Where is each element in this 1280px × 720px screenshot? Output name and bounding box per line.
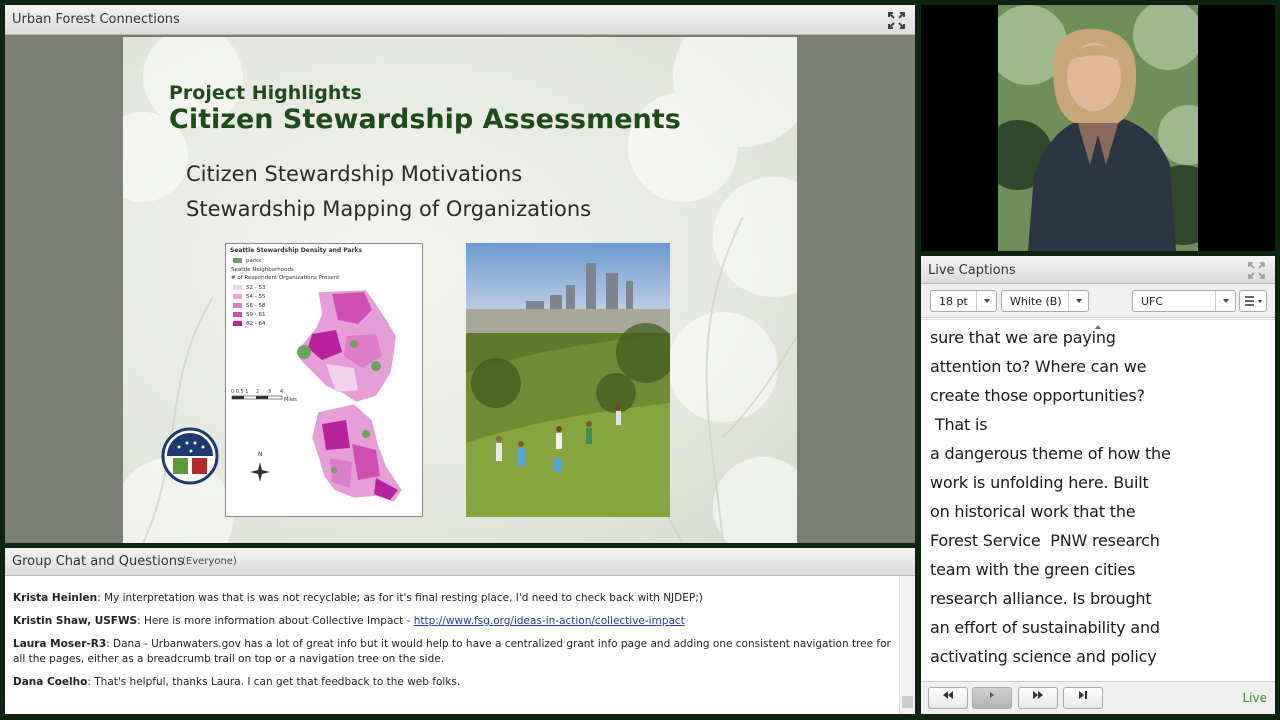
fullscreen-icon[interactable] <box>888 12 905 29</box>
scale-label: 0 0.5 1 <box>231 389 249 395</box>
caption-line: sure that we are paying <box>930 328 1116 347</box>
chat-scroll-thumb[interactable] <box>902 696 913 708</box>
slide-bullet: Stewardship Mapping of Organizations <box>186 197 592 221</box>
chat-scope: (Everyone) <box>182 556 237 567</box>
scale-unit: Miles <box>284 397 297 403</box>
captions-pod: Live Captions 18 pt White (B) UFC sure t… <box>921 256 1275 714</box>
presenter-video <box>998 5 1198 251</box>
chevron-down-icon <box>1068 291 1088 311</box>
slide-bullet: Citizen Stewardship Motivations <box>186 162 523 186</box>
caption-line: attention to? Where can we <box>930 357 1147 376</box>
captions-text-area[interactable]: sure that we are paying attention to? Wh… <box>921 319 1275 681</box>
caption-line: research alliance. Is brought <box>930 589 1152 608</box>
map-legend-range: 54 - 55 <box>233 294 265 300</box>
stewardship-density-map: Seattle Stewardship Density and Parks pa… <box>225 243 423 517</box>
caption-line: work is unfolding here. Built <box>930 473 1149 492</box>
presentation-slide: Project Highlights Citizen Stewardship A… <box>123 37 797 543</box>
map-legend-range: 56 - 58 <box>233 303 265 309</box>
caption-channel-value: UFC <box>1141 295 1164 308</box>
text-color-value: White (B) <box>1010 295 1062 308</box>
captions-title: Live Captions <box>928 263 1016 278</box>
skip-to-end-button[interactable] <box>1063 687 1103 709</box>
map-title: Seattle Stewardship Density and Parks <box>230 247 363 254</box>
text-color-select[interactable]: White (B) <box>1001 290 1089 312</box>
chevron-down-icon <box>1215 291 1235 311</box>
chat-message: Kristin Shaw, USFWS: Here is more inform… <box>13 615 685 627</box>
chat-text: Here is more information about Collectiv… <box>140 615 414 627</box>
share-pod-title-bar: Urban Forest Connections <box>5 5 915 35</box>
north-label: N <box>258 451 263 458</box>
chat-scrollbar[interactable] <box>900 576 915 714</box>
map-legend-range: 62 - 64 <box>233 321 265 327</box>
chevron-down-icon <box>976 291 996 311</box>
slide-title: Citizen Stewardship Assessments <box>169 104 681 135</box>
chat-message: Laura Moser-R3: Dana - Urbanwaters.gov h… <box>13 638 891 665</box>
chat-pod: Group Chat and Questions (Everyone) Kris… <box>5 548 915 714</box>
chat-text: Dana - Urbanwaters.gov has a lot of grea… <box>13 638 891 665</box>
chat-message: Krista Heinlen: My interpretation was th… <box>13 592 703 604</box>
chat-author: Kristin Shaw, USFWS <box>13 615 138 627</box>
caption-line: Forest Service PNW research <box>930 531 1160 550</box>
chat-title: Group Chat and Questions <box>12 554 184 569</box>
chat-author: Laura Moser-R3 <box>13 638 107 650</box>
font-size-value: 18 pt <box>939 295 968 308</box>
rewind-icon <box>943 691 953 699</box>
map-legend-parks: parks <box>233 258 261 264</box>
caption-line: team with the green cities <box>930 560 1136 579</box>
captions-footer: Live <box>921 681 1275 714</box>
volunteers-photo <box>466 243 670 517</box>
menu-icon <box>1245 296 1262 306</box>
caption-line: That is <box>930 415 988 434</box>
captions-menu-button[interactable] <box>1239 290 1267 312</box>
caption-line: an effort of sustainability and <box>930 618 1160 637</box>
map-legend-range: 59 - 61 <box>233 312 265 318</box>
scale-label: 2 <box>256 389 260 395</box>
chat-title-bar: Group Chat and Questions (Everyone) <box>5 548 915 576</box>
share-pod: Urban Forest Connections Project Highlig… <box>5 5 915 543</box>
map-legend-range: 52 - 53 <box>233 285 265 291</box>
captions-title-bar: Live Captions <box>921 256 1275 284</box>
scale-label: 4 <box>280 389 284 395</box>
chat-message: Dana Coelho: That's helpful, thanks Laur… <box>13 676 461 688</box>
chat-text: My interpretation was that is was not re… <box>100 592 703 604</box>
captions-toolbar: 18 pt White (B) UFC <box>921 284 1275 318</box>
caption-line: on historical work that the <box>930 502 1136 521</box>
skip-to-end-icon <box>1079 691 1087 699</box>
map-legend-neighborhoods: Seattle Neighborhoods <box>231 267 294 273</box>
rewind-button[interactable] <box>928 687 968 709</box>
play-button[interactable] <box>972 687 1012 709</box>
chat-author: Dana Coelho <box>13 676 88 688</box>
caption-line: activating science and policy <box>930 647 1157 666</box>
video-pod <box>921 5 1275 251</box>
play-icon <box>990 692 994 698</box>
font-size-select[interactable]: 18 pt <box>930 290 997 312</box>
scale-label: 3 <box>268 389 272 395</box>
chat-text: That's helpful, thanks Laura. I can get … <box>90 676 461 688</box>
map-legend-header: # of Respondent Organizations Present <box>231 275 340 281</box>
slide-kicker: Project Highlights <box>169 82 362 104</box>
caption-line: a dangerous theme of how the <box>930 444 1171 463</box>
fast-forward-button[interactable] <box>1018 687 1058 709</box>
chat-author: Krista Heinlen <box>13 592 98 604</box>
live-indicator[interactable]: Live <box>1242 691 1267 705</box>
collective-impact-link[interactable]: http://www.fsg.org/ideas-in-action/colle… <box>414 615 685 627</box>
share-pod-title: Urban Forest Connections <box>12 12 180 27</box>
chat-message-list: Krista Heinlen: My interpretation was th… <box>5 576 900 714</box>
caption-line: create those opportunities? <box>930 386 1145 405</box>
caption-channel-select[interactable]: UFC <box>1132 290 1236 312</box>
fast-forward-icon <box>1033 691 1043 699</box>
agency-logo-icon <box>161 427 219 485</box>
fullscreen-icon[interactable] <box>1248 262 1265 279</box>
